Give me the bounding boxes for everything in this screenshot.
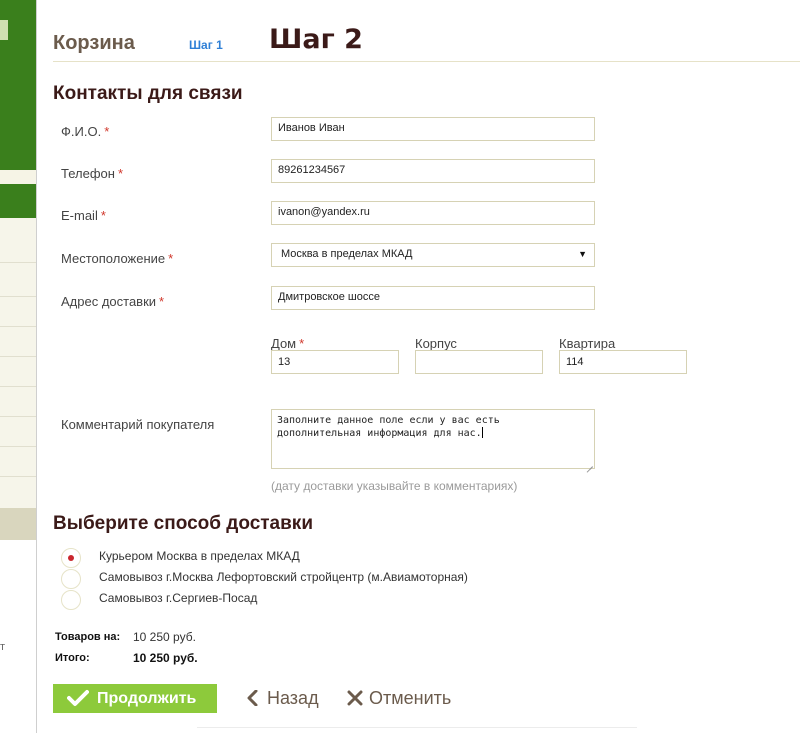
required-mark: * xyxy=(104,124,110,139)
comment-textarea[interactable]: Заполните данное поле если у вас есть до… xyxy=(271,409,595,469)
goods-total-value: 10 250 руб. xyxy=(133,630,196,644)
background-page: т xyxy=(0,0,40,733)
background-sidebar-list xyxy=(0,218,40,508)
required-mark: * xyxy=(168,251,174,266)
delivery-section-title: Выберите способ доставки xyxy=(53,513,313,534)
background-row-divider xyxy=(0,296,40,297)
chevron-down-icon: ▼ xyxy=(578,249,587,259)
step-1-link[interactable]: Шаг 1 xyxy=(189,38,223,52)
background-bar xyxy=(0,508,40,540)
fio-label: Ф.И.О. * xyxy=(61,124,109,139)
address-label: Адрес доставки * xyxy=(61,294,164,309)
fio-label-text: Ф.И.О. xyxy=(61,124,102,139)
house-label: Дом * xyxy=(271,336,304,351)
background-text: т xyxy=(0,641,6,653)
house-label-text: Дом xyxy=(271,336,297,351)
location-label: Местоположение * xyxy=(61,251,173,266)
check-icon xyxy=(67,690,89,706)
background-menu-bar xyxy=(0,184,40,218)
email-label-text: E-mail xyxy=(61,208,98,223)
back-button-label: Назад xyxy=(267,688,319,708)
address-input[interactable]: Дмитровское шоссе xyxy=(271,286,595,310)
background-row-divider xyxy=(0,446,40,447)
radio-button[interactable] xyxy=(61,569,81,589)
phone-label-text: Телефон xyxy=(61,166,115,181)
background-row-divider xyxy=(0,356,40,357)
cart-title: Корзина xyxy=(53,32,135,54)
required-mark: * xyxy=(159,294,165,309)
background-band xyxy=(0,170,40,184)
address-label-text: Адрес доставки xyxy=(61,294,157,309)
radio-button[interactable] xyxy=(61,590,81,610)
radio-button[interactable] xyxy=(61,548,81,568)
building-label: Корпус xyxy=(415,336,457,351)
fio-input[interactable]: Иванов Иван xyxy=(271,117,595,141)
grand-total-value: 10 250 руб. xyxy=(133,651,198,665)
goods-total-label: Товаров на: xyxy=(55,631,121,643)
cancel-button-label: Отменить xyxy=(369,688,452,708)
background-row-divider xyxy=(0,386,40,387)
location-select-value: Москва в пределах МКАД xyxy=(281,248,413,260)
close-icon xyxy=(347,690,363,706)
step-title: Шаг 2 xyxy=(269,24,363,55)
delivery-option-label: Самовывоз г.Сергиев-Посад xyxy=(99,591,258,605)
phone-input[interactable]: 89261234567 xyxy=(271,159,595,183)
grand-total-label: Итого: xyxy=(55,652,90,664)
cancel-button[interactable]: Отменить xyxy=(347,688,451,709)
comment-text: Заполните данное поле если у вас есть до… xyxy=(277,415,500,439)
modal-header: Корзина Шаг 1 Шаг 2 xyxy=(53,24,800,62)
delivery-option-label: Курьером Москва в пределах МКАД xyxy=(99,549,300,563)
continue-button-label: Продолжить xyxy=(97,689,197,707)
required-mark: * xyxy=(299,336,305,351)
comment-label: Комментарий покупателя xyxy=(61,417,215,432)
comment-hint: (дату доставки указывайте в комментариях… xyxy=(271,479,518,493)
background-banner xyxy=(0,0,40,170)
background-row-divider xyxy=(0,326,40,327)
resize-grip-icon[interactable] xyxy=(585,459,593,467)
background-row-divider xyxy=(0,416,40,417)
house-input[interactable]: 13 xyxy=(271,350,399,374)
building-input[interactable] xyxy=(415,350,543,374)
background-row-divider xyxy=(0,476,40,477)
contacts-section-title: Контакты для связи xyxy=(53,83,243,104)
text-caret xyxy=(481,427,483,438)
location-select[interactable]: Москва в пределах МКАД ▼ xyxy=(271,243,595,267)
chevron-left-icon xyxy=(247,690,258,706)
email-input[interactable]: ivanon@yandex.ru xyxy=(271,201,595,225)
apartment-input[interactable]: 114 xyxy=(559,350,687,374)
apartment-label: Квартира xyxy=(559,336,616,351)
background-logo-fragment xyxy=(0,20,8,40)
background-row-divider xyxy=(0,262,40,263)
divider xyxy=(197,727,637,728)
required-mark: * xyxy=(100,208,106,223)
required-mark: * xyxy=(117,166,123,181)
email-label: E-mail * xyxy=(61,208,106,223)
checkout-modal: Корзина Шаг 1 Шаг 2 Контакты для связи Ф… xyxy=(36,0,800,733)
phone-label: Телефон * xyxy=(61,166,123,181)
delivery-option-label: Самовывоз г.Москва Лефортовский стройцен… xyxy=(99,570,468,584)
back-button[interactable]: Назад xyxy=(245,688,319,709)
location-label-text: Местоположение xyxy=(61,251,166,266)
continue-button[interactable]: Продолжить xyxy=(53,684,217,713)
